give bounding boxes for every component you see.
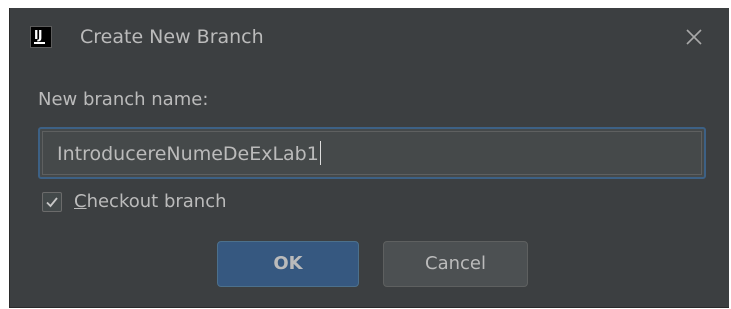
dialog-title: Create New Branch [80,26,264,48]
checkmark-icon [46,197,58,208]
intellij-idea-icon: IJ [30,26,52,48]
ok-button[interactable]: OK [217,241,359,287]
close-button[interactable] [679,22,709,52]
checkout-branch-checkbox[interactable] [42,192,62,212]
dialog-titlebar: IJ Create New Branch [10,8,729,62]
close-icon [686,29,702,45]
branch-name-value[interactable]: IntroducereNumeDeExLab1 [57,141,321,167]
create-branch-dialog: IJ Create New Branch New branch name: In… [9,8,729,308]
branch-name-label: New branch name: [38,89,209,110]
checkout-branch-label[interactable]: Checkout branch [74,190,227,214]
branch-name-input[interactable]: IntroducereNumeDeExLab1 [38,127,706,179]
cancel-button[interactable]: Cancel [383,241,528,287]
branch-name-input-field[interactable]: IntroducereNumeDeExLab1 [42,131,702,175]
checkout-branch-option[interactable]: Checkout branch [42,188,227,216]
text-caret [319,141,321,165]
